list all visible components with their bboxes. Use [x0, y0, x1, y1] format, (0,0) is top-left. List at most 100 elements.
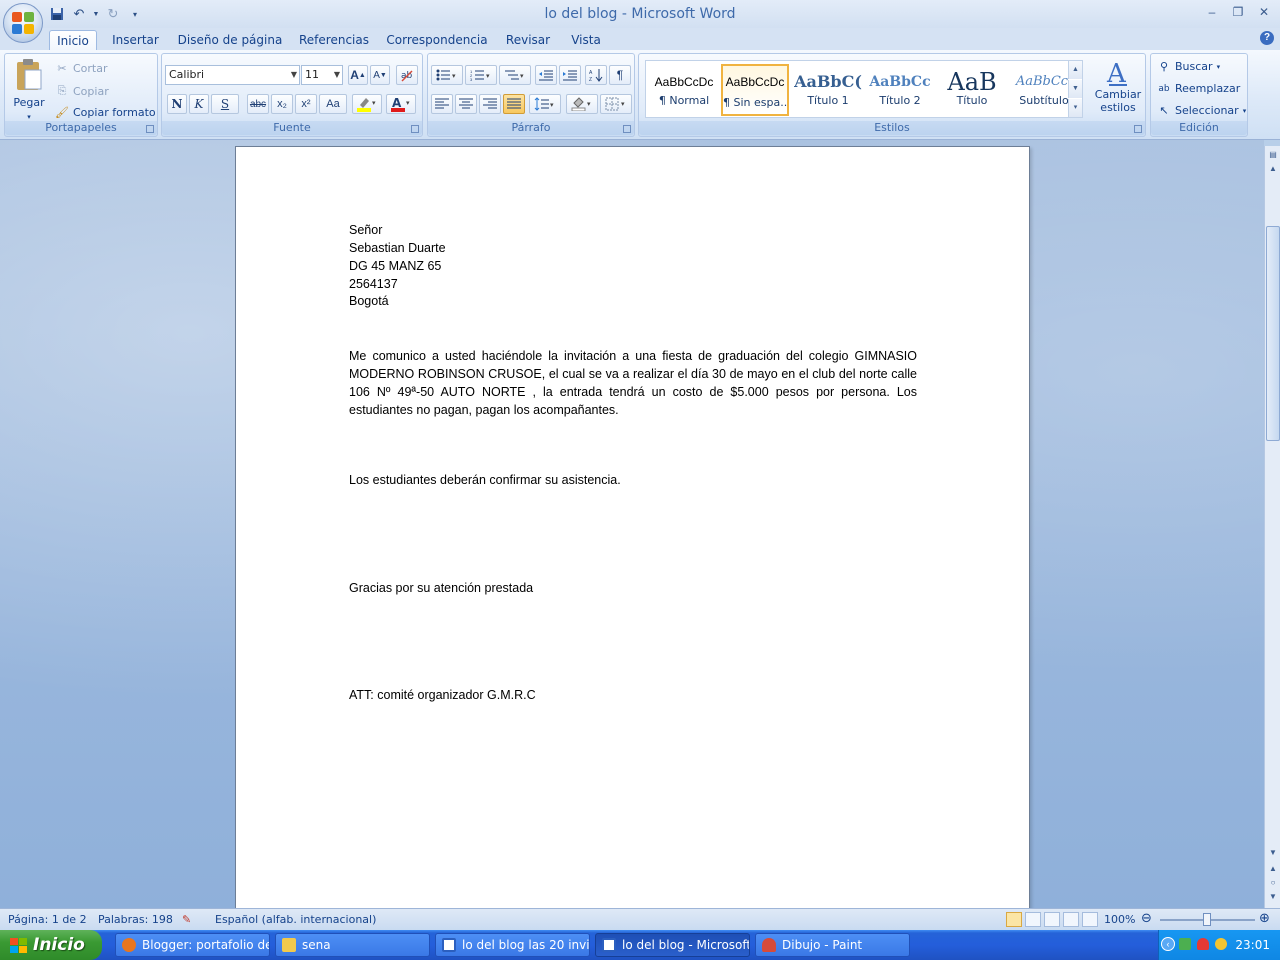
copy-label: Copiar	[73, 84, 109, 98]
taskbar-item-blogger[interactable]: Blogger: portafolio de...	[115, 933, 270, 957]
language-indicator[interactable]: Español (alfab. internacional)	[215, 913, 376, 926]
page-indicator[interactable]: Página: 1 de 2	[8, 913, 87, 926]
grow-font-button[interactable]: A ▲	[348, 65, 368, 85]
style-normal[interactable]: AaBbCcDc ¶ Normal	[650, 64, 718, 116]
line-spacing-icon[interactable]: ▾	[529, 94, 561, 114]
portapapeles-launcher-icon[interactable]	[146, 125, 154, 133]
shading-icon[interactable]: ▾	[566, 94, 598, 114]
change-case-button[interactable]: Aa	[319, 94, 347, 114]
document-page[interactable]: Señor Sebastian Duarte DG 45 MANZ 65 256…	[235, 146, 1030, 908]
italic-button[interactable]: K	[189, 94, 209, 114]
strikethrough-button[interactable]: abc	[247, 94, 269, 114]
style-titulo-1[interactable]: AaBbC( Título 1	[794, 64, 862, 116]
cursor-icon: ↖	[1159, 104, 1169, 117]
zoom-slider-thumb[interactable]	[1203, 913, 1211, 926]
bullets-icon[interactable]: ▾	[431, 65, 463, 85]
web-layout-view-icon[interactable]	[1044, 912, 1060, 927]
svg-text:▾: ▾	[587, 101, 591, 108]
shrink-font-button[interactable]: A ▼	[370, 65, 390, 85]
taskbar-item-sena[interactable]: sena	[275, 933, 430, 957]
zoom-level[interactable]: 100%	[1104, 913, 1135, 926]
tray-expand-icon[interactable]: ‹	[1161, 937, 1175, 951]
subscript-button[interactable]: x₂	[271, 94, 293, 114]
security-center-icon[interactable]	[1215, 938, 1227, 950]
svg-text:▾: ▾	[520, 73, 524, 80]
restore-icon[interactable]: ❐	[1230, 4, 1246, 20]
sort-icon[interactable]: AZ	[585, 65, 607, 85]
ruler-toggle-icon[interactable]: ▤	[1266, 148, 1280, 162]
outline-view-icon[interactable]	[1063, 912, 1079, 927]
close-icon[interactable]: ✕	[1256, 4, 1272, 20]
vertical-scrollbar[interactable]: ▤ ▲ ▼ ▲ ○ ▼	[1264, 146, 1280, 908]
taskbar-item-word-invitaciones[interactable]: lo del blog las 20 invit...	[435, 933, 590, 957]
tab-insertar[interactable]: Insertar	[108, 30, 163, 50]
font-color-button[interactable]: A ▾	[386, 94, 416, 114]
style-titulo-2[interactable]: AaBbCc Título 2	[866, 64, 934, 116]
scroll-down-icon[interactable]: ▼	[1266, 846, 1280, 860]
numbering-icon[interactable]: 1 2 3 ▾	[465, 65, 497, 85]
proofing-icon[interactable]: ✎	[182, 913, 191, 926]
show-formatting-button[interactable]: ¶	[609, 65, 631, 85]
increase-indent-icon[interactable]	[559, 65, 581, 85]
copy-button[interactable]: ⎘ Copiar	[55, 84, 109, 98]
status-bar: Página: 1 de 2 Palabras: 198 ✎ Español (…	[0, 908, 1280, 930]
highlight-color-button[interactable]: ▾	[352, 94, 382, 114]
svg-text:3: 3	[470, 77, 473, 81]
font-name-select[interactable]: Calibri ▼	[165, 65, 300, 85]
word-count[interactable]: Palabras: 198	[98, 913, 173, 926]
address-line: Señor	[349, 223, 383, 237]
tab-inicio[interactable]: Inicio	[49, 30, 97, 50]
find-button[interactable]: ⚲ Buscar ▾	[1157, 60, 1220, 73]
align-left-icon[interactable]	[431, 94, 453, 114]
borders-icon[interactable]: ▾	[600, 94, 632, 114]
group-parrafo: ▾ 1 2 3 ▾ ▾ AZ ¶ ▾ ▾ ▾ Párrafo	[427, 53, 635, 137]
help-icon[interactable]: ?	[1260, 31, 1274, 45]
multilevel-list-icon[interactable]: ▾	[499, 65, 531, 85]
tab-diseno-de-pagina[interactable]: Diseño de página	[176, 30, 284, 50]
browse-object-icon[interactable]: ○	[1266, 876, 1280, 890]
zoom-out-icon[interactable]: ⊖	[1141, 911, 1152, 926]
justify-icon[interactable]	[503, 94, 525, 114]
parrafo-launcher-icon[interactable]	[623, 125, 631, 133]
tab-vista[interactable]: Vista	[566, 30, 606, 50]
bold-button[interactable]: N	[167, 94, 187, 114]
decrease-indent-icon[interactable]	[535, 65, 557, 85]
replace-button[interactable]: ab Reemplazar	[1157, 82, 1240, 95]
scroll-up-icon[interactable]: ▲	[1266, 162, 1280, 176]
style-sin-espaciado[interactable]: AaBbCcDc ¶ Sin espa...	[721, 64, 789, 116]
paste-button[interactable]: Pegar ▾	[9, 58, 49, 121]
antivirus-shield-icon[interactable]	[1197, 938, 1209, 950]
print-layout-view-icon[interactable]	[1006, 912, 1022, 927]
font-size-select[interactable]: 11 ▼	[301, 65, 343, 85]
start-button[interactable]: Inicio	[0, 930, 102, 960]
tab-revisar[interactable]: Revisar	[502, 30, 554, 50]
format-painter-button[interactable]: 🖌 Copiar formato	[55, 106, 156, 119]
select-button[interactable]: ↖ Seleccionar ▾	[1157, 104, 1246, 117]
taskbar-item-paint[interactable]: Dibujo - Paint	[755, 933, 910, 957]
taskbar-item-word-active[interactable]: lo del blog - Microsoft...	[595, 933, 750, 957]
style-titulo[interactable]: AaB Título	[938, 64, 1006, 116]
draft-view-icon[interactable]	[1082, 912, 1098, 927]
superscript-button[interactable]: x²	[295, 94, 317, 114]
gallery-more-icon[interactable]: ▾	[1068, 99, 1082, 117]
align-center-icon[interactable]	[455, 94, 477, 114]
network-icon[interactable]	[1179, 938, 1191, 950]
clear-formatting-icon[interactable]: ab	[396, 65, 418, 85]
tab-correspondencia[interactable]: Correspondencia	[384, 30, 490, 50]
estilos-launcher-icon[interactable]	[1134, 125, 1142, 133]
scroll-thumb[interactable]	[1266, 226, 1280, 441]
align-right-icon[interactable]	[479, 94, 501, 114]
gallery-scroll-down-icon[interactable]: ▼	[1068, 80, 1082, 98]
cut-button[interactable]: ✂ Cortar	[55, 62, 107, 75]
fuente-launcher-icon[interactable]	[411, 125, 419, 133]
next-page-icon[interactable]: ▼	[1266, 890, 1280, 904]
zoom-in-icon[interactable]: ⊕	[1259, 911, 1270, 926]
previous-page-icon[interactable]: ▲	[1266, 862, 1280, 876]
tab-referencias[interactable]: Referencias	[296, 30, 372, 50]
full-screen-reading-view-icon[interactable]	[1025, 912, 1041, 927]
office-button[interactable]	[3, 3, 43, 43]
minimize-icon[interactable]: –	[1204, 4, 1220, 20]
gallery-scroll-up-icon[interactable]: ▲	[1068, 61, 1082, 79]
underline-button[interactable]: S	[211, 94, 239, 114]
change-styles-button[interactable]: A Cambiar estilos	[1091, 58, 1145, 114]
